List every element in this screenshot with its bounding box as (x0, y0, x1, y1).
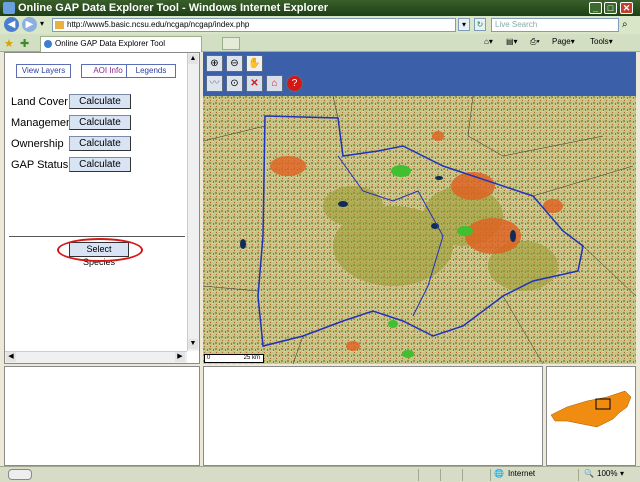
tools-menu[interactable]: Tools▾ (590, 37, 613, 46)
overview-map[interactable] (546, 366, 636, 466)
page-icon (55, 21, 64, 29)
zoom-in-icon[interactable]: ⊕ (206, 55, 223, 72)
page-menu[interactable]: Page▾ (552, 37, 575, 46)
gap-status-calculate-button[interactable]: Calculate (69, 157, 131, 172)
status-bar: 🌐 Internet 🔍 100% ▾ (0, 466, 640, 482)
minimize-button[interactable]: _ (589, 2, 602, 14)
map-view[interactable] (203, 96, 636, 364)
pan-hand-icon[interactable]: ✋ (246, 55, 263, 72)
clear-icon[interactable]: ✕ (246, 75, 263, 92)
highlight-circle (57, 238, 143, 262)
measure-icon[interactable]: 〰 (206, 75, 223, 92)
zoom-extent-icon[interactable]: ⊙ (226, 75, 243, 92)
search-input[interactable]: Live Search (491, 18, 619, 32)
status-page-icon (8, 469, 32, 480)
scale-bar: 0 25 km (204, 354, 264, 363)
ie-icon (3, 2, 15, 14)
print-icon[interactable]: ⎙▾ (530, 37, 540, 47)
feeds-icon[interactable]: ▤▾ (506, 37, 518, 46)
scroll-up-icon[interactable]: ▲ (188, 54, 198, 64)
north-carolina-shape (550, 390, 632, 428)
tab-title: Online GAP Data Explorer Tool (55, 39, 165, 48)
management-calculate-button[interactable]: Calculate (69, 115, 131, 130)
address-dropdown-button[interactable]: ▾ (458, 18, 470, 31)
home-map-icon[interactable]: ⌂ (266, 75, 283, 92)
address-bar-row: ◀ ▶ ▾ http://www5.basic.ncsu.edu/ncgap/n… (0, 16, 640, 34)
window-title-bar: Online GAP Data Explorer Tool - Windows … (0, 0, 640, 16)
tools-menu-label: Tools (590, 37, 609, 46)
back-button[interactable]: ◀ (4, 17, 19, 32)
status-divider-4 (490, 469, 491, 481)
globe-icon: 🌐 (494, 469, 504, 478)
map-canvas (203, 96, 636, 364)
browser-tab[interactable]: Online GAP Data Explorer Tool (40, 36, 202, 52)
favorites-star-icon[interactable]: ★ (4, 37, 14, 50)
status-divider-2 (440, 469, 441, 481)
vertical-scrollbar[interactable]: ▲ ▼ (187, 53, 199, 351)
search-icon[interactable]: ⌕ (622, 19, 628, 30)
tab-view-layers[interactable]: View Layers (16, 64, 71, 78)
add-favorite-icon[interactable]: ✚ (20, 37, 29, 50)
security-zone-label: Internet (508, 469, 536, 478)
scroll-right-icon[interactable]: ▶ (175, 352, 185, 362)
aoi-panel: View Layers AOI Info Legends Land Cover … (4, 52, 200, 364)
horizontal-scrollbar[interactable]: ◀ ▶ (5, 351, 187, 363)
status-divider-1 (418, 469, 419, 481)
page-menu-label: Page (552, 37, 571, 46)
section-divider (9, 236, 185, 237)
scroll-left-icon[interactable]: ◀ (6, 352, 16, 362)
refresh-button[interactable]: ↻ (474, 18, 486, 31)
help-icon[interactable]: ? (286, 75, 303, 92)
scale-right-label: 25 km (243, 355, 260, 361)
bottom-center-pane (203, 366, 543, 466)
window-title: Online GAP Data Explorer Tool - Windows … (18, 2, 328, 14)
gap-status-label: GAP Status (11, 159, 69, 171)
home-icon[interactable]: ⌂▾ (484, 37, 493, 46)
address-text: http://www5.basic.ncsu.edu/ncgap/ncgap/i… (67, 20, 250, 29)
page-content: View Layers AOI Info Legends Land Cover … (0, 52, 640, 466)
status-divider-5 (578, 469, 579, 481)
scroll-down-icon[interactable]: ▼ (188, 339, 198, 349)
new-tab-button[interactable] (222, 37, 240, 50)
zoom-out-icon[interactable]: ⊖ (226, 55, 243, 72)
status-divider-3 (462, 469, 463, 481)
scale-left-label: 0 (207, 355, 211, 361)
close-window-button[interactable]: ✕ (620, 2, 633, 14)
overview-map-canvas (550, 390, 632, 428)
ownership-calculate-button[interactable]: Calculate (69, 136, 131, 151)
management-label: Management (11, 117, 76, 129)
maximize-button[interactable]: □ (604, 2, 617, 14)
tab-row: ★ ✚ Online GAP Data Explorer Tool ⌂▾ ▤▾ … (0, 34, 640, 52)
history-dropdown-icon[interactable]: ▾ (40, 19, 44, 28)
land-cover-calculate-button[interactable]: Calculate (69, 94, 131, 109)
land-cover-label: Land Cover (11, 96, 68, 108)
zoom-icon[interactable]: 🔍 (584, 469, 594, 478)
address-input[interactable]: http://www5.basic.ncsu.edu/ncgap/ncgap/i… (52, 18, 456, 32)
tab-favicon (44, 40, 52, 48)
bottom-left-pane (4, 366, 200, 466)
tab-legends[interactable]: Legends (126, 64, 176, 78)
ownership-label: Ownership (11, 138, 64, 150)
map-toolbar: ⊕ ⊖ ✋ 〰 ⊙ ✕ ⌂ ? (203, 52, 636, 96)
zoom-level[interactable]: 100% (597, 469, 617, 478)
forward-button[interactable]: ▶ (22, 17, 37, 32)
zoom-dropdown-icon[interactable]: ▾ (620, 469, 624, 478)
